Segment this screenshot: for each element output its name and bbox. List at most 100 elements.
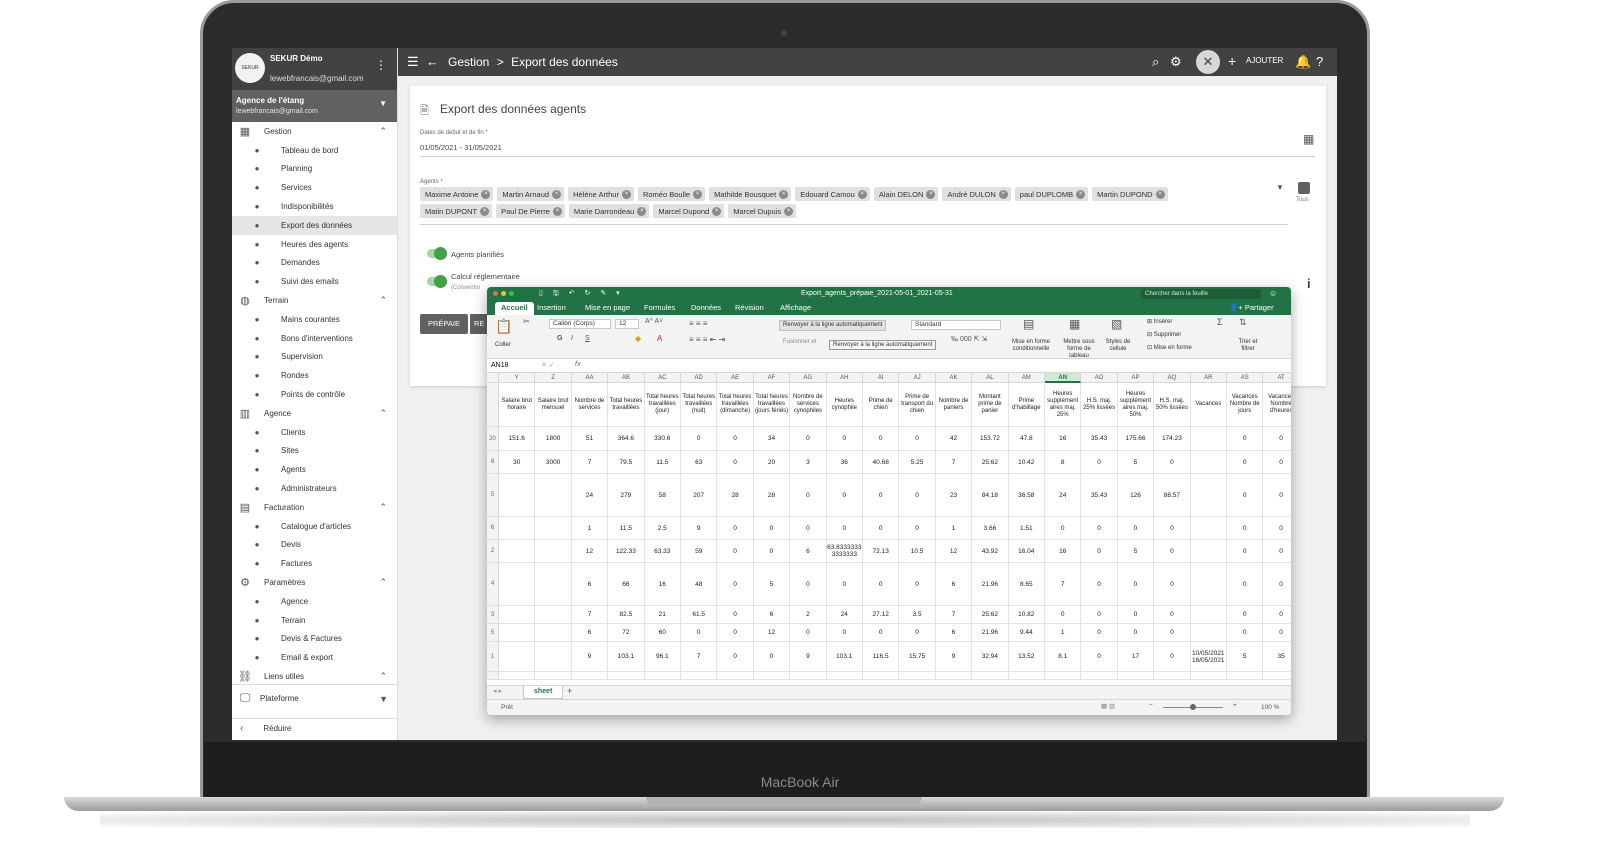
table-cell[interactable]: 0 xyxy=(717,606,754,624)
table-cell[interactable] xyxy=(1081,672,1118,680)
column-header[interactable]: AQ xyxy=(1154,373,1191,383)
table-cell[interactable]: 35 xyxy=(1263,642,1291,672)
table-cell[interactable]: 15.75 xyxy=(899,642,936,672)
table-cell[interactable]: 6 xyxy=(571,563,609,606)
table-cell[interactable]: 10/05/2021 16/05/2021 xyxy=(1190,642,1227,672)
chevron-up-icon[interactable]: ⌃ xyxy=(379,408,387,419)
cell-styles-icon[interactable]: ▧ xyxy=(1111,317,1122,331)
table-cell[interactable]: 25.62 xyxy=(972,606,1009,624)
table-cell[interactable]: 279 xyxy=(608,474,645,517)
header-cell[interactable]: Total heures travaillées (nuit) xyxy=(681,383,718,427)
table-cell[interactable]: 0 xyxy=(899,427,936,451)
table-cell[interactable] xyxy=(681,672,718,680)
table-cell[interactable]: 5 xyxy=(1227,642,1264,672)
table-cell[interactable]: 1 xyxy=(935,517,973,540)
smiley-feedback-icon[interactable]: ☺ xyxy=(1269,289,1277,298)
table-cell[interactable]: 36 xyxy=(826,451,863,474)
column-header[interactable]: AC xyxy=(644,373,681,383)
table-cell[interactable]: 16 xyxy=(1045,540,1082,563)
header-cell[interactable]: Prime d'habillage xyxy=(1008,383,1045,427)
table-cell[interactable]: 0 xyxy=(717,517,754,540)
font-grow-icon[interactable]: A^ A˅ xyxy=(645,318,663,325)
table-cell[interactable]: 16 xyxy=(1045,427,1082,451)
close-icon[interactable]: × xyxy=(784,206,794,216)
sidebar-item-bons-d-interventions[interactable]: ● Bons d'interventions xyxy=(232,329,397,348)
table-cell[interactable]: 0 xyxy=(1154,642,1191,672)
table-cell[interactable]: 20 xyxy=(753,451,791,474)
table-cell[interactable]: 0 xyxy=(790,474,827,517)
agent-chip[interactable]: Edouard Camou × xyxy=(795,187,870,201)
reduce-sidebar-button[interactable]: ‹ Réduire xyxy=(232,718,397,738)
table-cell[interactable]: 11.5 xyxy=(608,517,645,540)
row-header[interactable] xyxy=(487,672,499,680)
table-cell[interactable]: 3.5 xyxy=(899,606,936,624)
table-cell[interactable]: 153.72 xyxy=(972,427,1009,451)
close-icon[interactable]: × xyxy=(621,189,631,199)
table-cell[interactable]: 9 xyxy=(571,642,609,672)
table-cell[interactable]: 0 xyxy=(1117,606,1155,624)
table-cell[interactable]: 0 xyxy=(863,517,900,540)
table-cell[interactable]: 7 xyxy=(935,606,973,624)
cancel-confirm-icons[interactable]: ✕ ✓ xyxy=(541,361,555,369)
table-cell[interactable]: 0 xyxy=(681,427,718,451)
table-cell[interactable]: 0 xyxy=(1081,624,1118,642)
sidebar-item-sites[interactable]: ● Sites xyxy=(232,442,397,461)
close-icon[interactable]: × xyxy=(552,206,562,216)
agent-chip[interactable]: paul DUPLOMB × xyxy=(1014,187,1089,201)
agent-chip[interactable]: Alain DELON × xyxy=(873,187,939,201)
add-button[interactable]: AJOUTER xyxy=(1246,56,1283,65)
table-cell[interactable]: 0 xyxy=(1227,474,1264,517)
row-header[interactable]: 8 xyxy=(487,451,499,474)
table-cell[interactable]: 21 xyxy=(644,606,681,624)
quick-access-icons[interactable]: ▯ 🖫 ↶ ↻ ✎ ▾ xyxy=(539,289,624,300)
table-cell[interactable]: 6 xyxy=(753,606,791,624)
table-cell[interactable] xyxy=(1190,606,1227,624)
number-format-icons[interactable]: ‰ 000 ⇱ ⇲ xyxy=(951,335,987,343)
table-cell[interactable] xyxy=(1045,672,1082,680)
table-cell[interactable]: 61.5 xyxy=(681,606,718,624)
regulatory-calc-toggle[interactable] xyxy=(427,275,447,288)
column-header[interactable]: AO xyxy=(1081,373,1118,383)
font-size-select[interactable]: 12 xyxy=(615,319,639,329)
conditional-format-label[interactable]: Mise en forme conditionnelle xyxy=(1011,339,1051,353)
table-cell[interactable]: 3000 xyxy=(535,451,572,474)
sidebar-item-services[interactable]: ● Services xyxy=(232,178,397,197)
table-cell[interactable]: 8.65 xyxy=(1008,563,1045,606)
column-header[interactable]: AP xyxy=(1117,373,1155,383)
close-icon[interactable]: × xyxy=(998,189,1008,199)
table-cell[interactable]: 8 xyxy=(1045,451,1082,474)
table-cell[interactable]: 9.44 xyxy=(1008,624,1045,642)
row-header[interactable]: 6 xyxy=(487,517,499,540)
table-cell[interactable]: 0 xyxy=(790,563,827,606)
table-cell[interactable]: 63.33 xyxy=(644,540,681,563)
table-cell[interactable]: 0 xyxy=(1154,606,1191,624)
table-cell[interactable] xyxy=(1190,517,1227,540)
column-header[interactable]: AA xyxy=(571,373,609,383)
table-cell[interactable]: 0 xyxy=(1263,474,1291,517)
minimize-window-icon[interactable] xyxy=(501,291,506,296)
header-cell[interactable]: Heures cynophile xyxy=(826,383,863,427)
table-cell[interactable]: 7 xyxy=(935,451,973,474)
table-cell[interactable]: 0 xyxy=(717,624,754,642)
table-cell[interactable]: 0 xyxy=(863,474,900,517)
bell-icon[interactable]: 🔔 xyxy=(1295,54,1311,70)
chevron-up-icon[interactable]: ⌃ xyxy=(379,126,387,137)
table-cell[interactable]: 0 xyxy=(790,427,827,451)
column-header[interactable]: AT xyxy=(1263,373,1291,383)
table-cell[interactable]: 5 xyxy=(1117,451,1155,474)
table-cell[interactable] xyxy=(1008,672,1045,680)
header-cell[interactable]: Prime de transport du chien xyxy=(899,383,936,427)
table-cell[interactable] xyxy=(499,624,536,642)
table-cell[interactable]: 0 xyxy=(753,642,791,672)
column-header[interactable]: AG xyxy=(790,373,827,383)
table-cell[interactable]: 0 xyxy=(717,540,754,563)
table-cell[interactable]: 30 xyxy=(499,451,536,474)
table-cell[interactable]: 59 xyxy=(681,540,718,563)
table-cell[interactable]: 43.92 xyxy=(972,540,1009,563)
table-cell[interactable]: 0 xyxy=(1227,624,1264,642)
header-cell[interactable]: Nombre de services cynophiles xyxy=(790,383,827,427)
table-cell[interactable]: 0 xyxy=(1227,606,1264,624)
table-cell[interactable]: 23 xyxy=(935,474,973,517)
sidebar-item-clients[interactable]: ● Clients xyxy=(232,423,397,442)
column-header[interactable]: AJ xyxy=(899,373,936,383)
